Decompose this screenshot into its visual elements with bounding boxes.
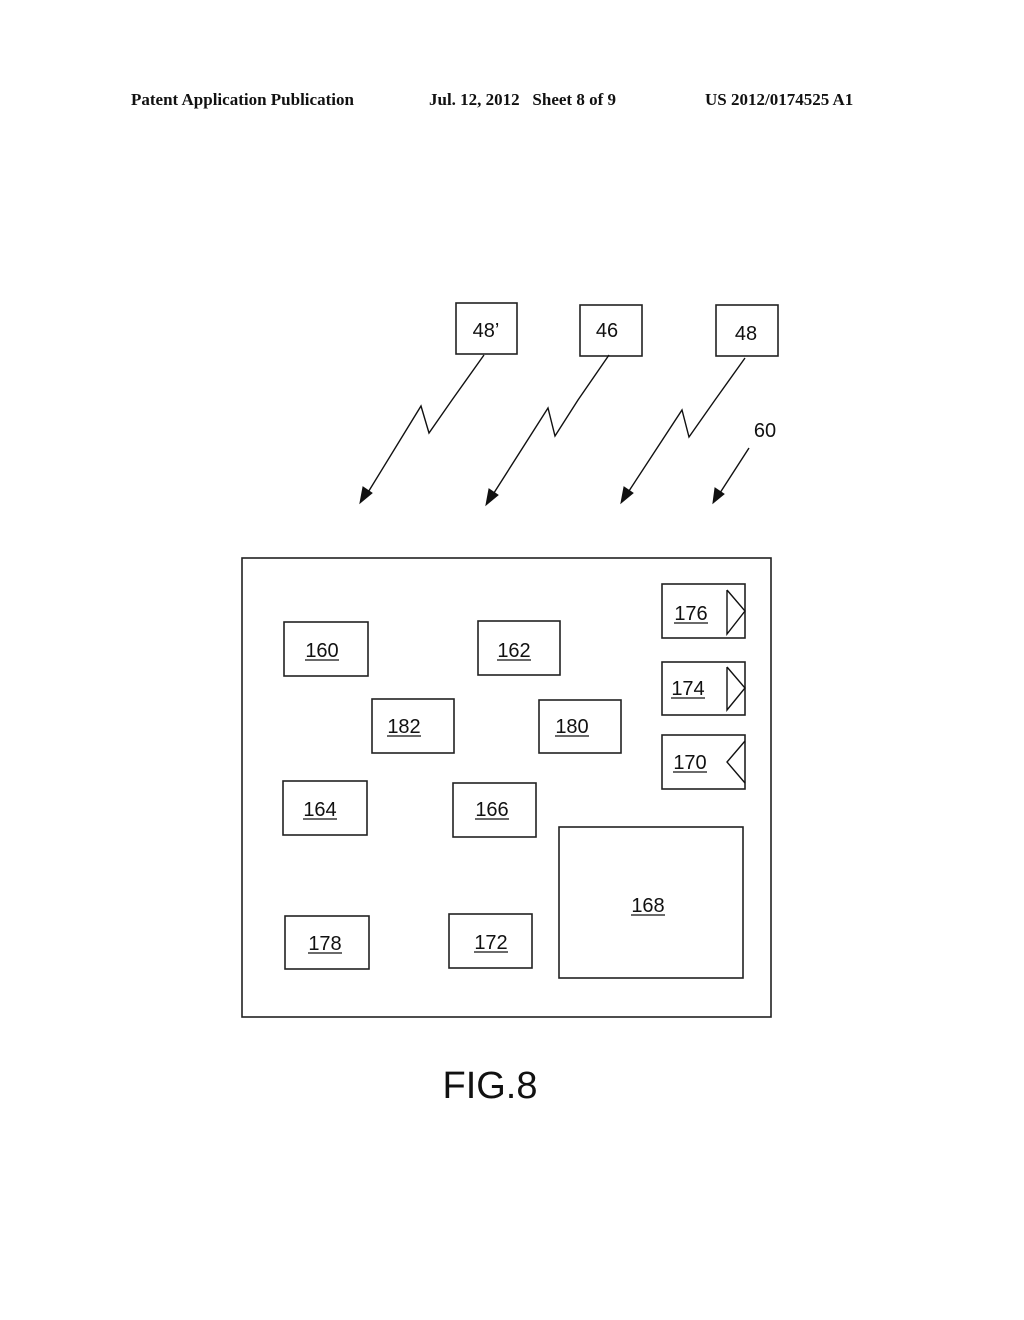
svg-text:176: 176 [674,603,707,625]
svg-text:174: 174 [671,678,704,700]
device-leader-arrow [712,447,750,505]
component-166: 166 [452,782,537,838]
component-168-display: 168 [558,826,744,979]
source-box-48: 48 [715,304,779,357]
component-160: 160 [283,621,369,677]
component-176: 176 [661,583,746,639]
signal-arrow-46 [485,354,610,507]
source-box-48-prime: 48’ [455,302,518,355]
component-170: 170 [661,734,746,790]
component-162: 162 [477,620,561,676]
svg-text:160: 160 [305,640,338,662]
component-178: 178 [284,915,370,970]
svg-text:166: 166 [475,799,508,821]
patent-figure: 48’ 46 48 60 160 162 182 180 164 166 178… [241,302,779,1107]
svg-text:180: 180 [555,716,588,738]
component-174: 174 [661,661,746,716]
svg-text:164: 164 [303,799,336,821]
signal-arrow-48 [620,357,746,505]
signal-arrow-48-prime [359,354,485,505]
svg-text:170: 170 [673,752,706,774]
figure-caption: FIG.8 [442,1065,537,1107]
component-164: 164 [282,780,368,836]
svg-text:172: 172 [474,932,507,954]
svg-text:168: 168 [631,895,664,917]
component-172: 172 [448,913,533,969]
svg-text:162: 162 [497,640,530,662]
device-reference-label: 60 [754,420,776,442]
component-182: 182 [371,698,455,754]
svg-text:178: 178 [308,933,341,955]
source-label: 46 [596,320,618,342]
source-box-46: 46 [579,304,643,357]
source-label: 48 [735,323,757,345]
source-label: 48’ [473,320,500,342]
svg-text:182: 182 [387,716,420,738]
component-180: 180 [538,699,622,754]
